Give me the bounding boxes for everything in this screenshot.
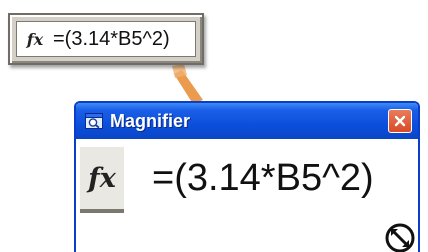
magnifier-icon — [85, 113, 103, 129]
title-bar[interactable]: Magnifier — [76, 103, 418, 139]
window-title: Magnifier — [110, 110, 191, 131]
formula-text[interactable]: =(3.14*B5^2) — [53, 28, 170, 51]
formula-bar-field: fx =(3.14*B5^2) — [16, 21, 196, 57]
close-icon — [394, 115, 406, 127]
resize-grip-icon[interactable] — [382, 216, 416, 252]
magnified-function-button: fx — [80, 147, 124, 213]
magnifier-window: Magnifier fx =(3.14*B5^2) — [74, 101, 420, 252]
close-button[interactable] — [388, 109, 412, 133]
magnified-formula-text: =(3.14*B5^2) — [152, 157, 374, 199]
function-icon: fx — [26, 29, 44, 49]
formula-bar-chip: fx =(3.14*B5^2) — [8, 13, 204, 65]
magnifier-view: fx =(3.14*B5^2) — [76, 139, 418, 252]
function-icon-magnified: fx — [88, 162, 116, 194]
